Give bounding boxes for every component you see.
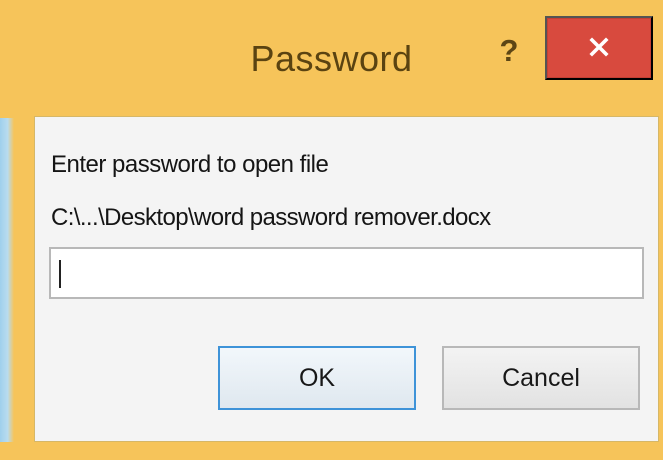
- dialog-bottom-frame: [0, 442, 663, 460]
- password-input[interactable]: [49, 247, 644, 299]
- ok-button[interactable]: OK: [218, 346, 416, 410]
- help-icon: ?: [499, 33, 519, 68]
- help-button[interactable]: ?: [488, 28, 530, 74]
- dialog-content: Enter password to open file C:\...\Deskt…: [34, 116, 659, 442]
- cancel-button[interactable]: Cancel: [442, 346, 640, 410]
- dialog-titlebar[interactable]: Password ?: [0, 0, 663, 118]
- close-icon: [587, 35, 611, 62]
- password-prompt: Enter password to open file: [51, 151, 329, 178]
- password-dialog-screen: Password ? Enter password to open file C…: [0, 0, 663, 460]
- close-button[interactable]: [545, 16, 653, 80]
- text-caret: [59, 260, 61, 288]
- file-path-label: C:\...\Desktop\word password remover.doc…: [51, 204, 491, 231]
